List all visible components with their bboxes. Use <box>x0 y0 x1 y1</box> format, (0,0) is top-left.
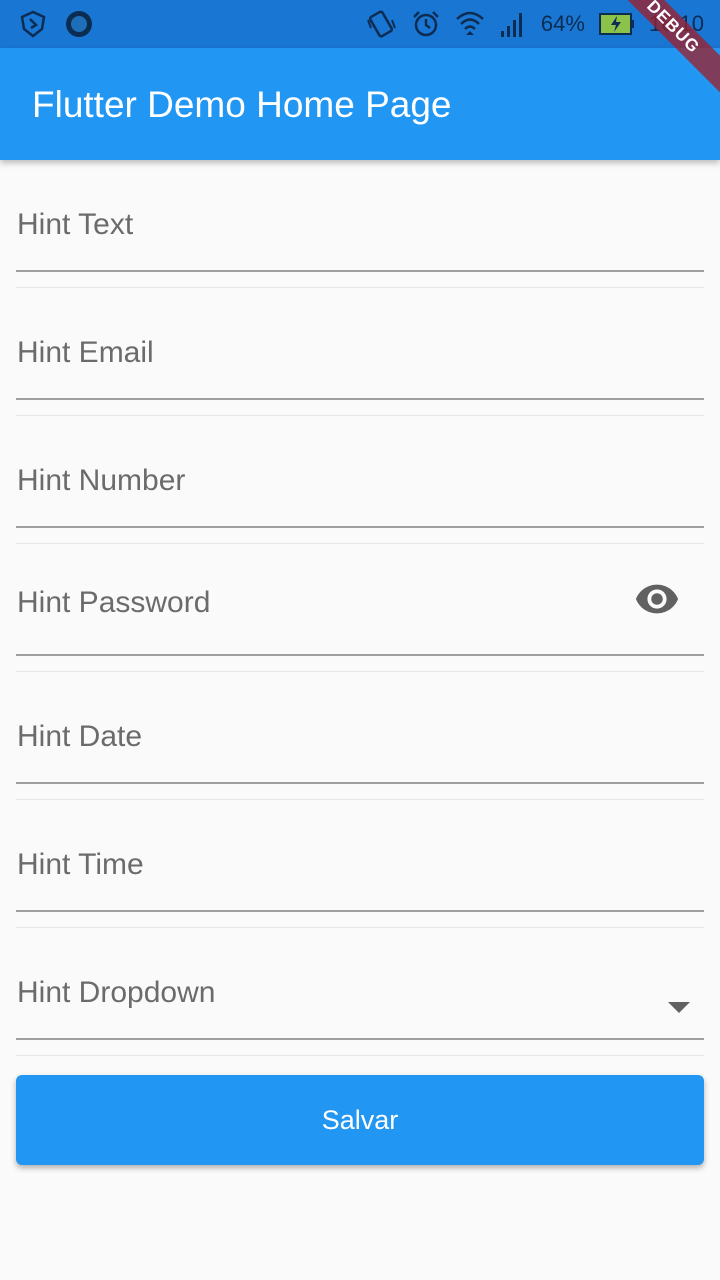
date-field[interactable]: Hint Date <box>16 672 704 800</box>
text-field[interactable]: Hint Text <box>16 160 704 288</box>
dropdown-arrow-icon[interactable] <box>668 1002 690 1013</box>
time-field[interactable]: Hint Time <box>16 800 704 928</box>
text-field-hint: Hint Text <box>17 208 134 241</box>
number-field-hint: Hint Number <box>17 464 186 497</box>
eye-icon[interactable] <box>634 576 680 622</box>
app-bar: Flutter Demo Home Page <box>0 48 720 160</box>
number-field[interactable]: Hint Number <box>16 416 704 544</box>
wifi-icon <box>456 11 484 35</box>
date-field-underline <box>16 782 704 784</box>
page-title: Flutter Demo Home Page <box>32 84 452 125</box>
email-field[interactable]: Hint Email <box>16 288 704 416</box>
signal-icon <box>500 13 522 37</box>
alarm-icon <box>413 11 439 37</box>
time-field-underline <box>16 910 704 912</box>
number-field-underline <box>16 526 704 528</box>
time-field-hint: Hint Time <box>17 848 144 881</box>
battery-charging-icon <box>598 13 634 35</box>
email-field-underline <box>16 398 704 400</box>
text-field-underline <box>16 270 704 272</box>
status-bar: 64% 16:10 <box>0 0 720 48</box>
shield-icon <box>20 10 46 38</box>
password-field-underline <box>16 654 704 656</box>
date-field-hint: Hint Date <box>17 720 143 753</box>
dropdown-field-hint: Hint Dropdown <box>17 976 216 1009</box>
email-field-hint: Hint Email <box>17 336 154 369</box>
password-field[interactable]: Hint Password <box>16 544 704 672</box>
vibrate-icon <box>366 10 396 38</box>
dropdown-field-underline <box>16 1038 704 1040</box>
dropdown-field[interactable]: Hint Dropdown <box>16 928 704 1056</box>
battery-percent: 64% <box>540 11 585 36</box>
password-field-hint: Hint Password <box>17 586 211 619</box>
circle-notification-icon <box>66 11 92 37</box>
save-button[interactable]: Salvar <box>16 1075 704 1165</box>
field-divider <box>16 1055 704 1056</box>
form: Hint Text Hint Email Hint Number Hint Pa… <box>16 160 704 1056</box>
